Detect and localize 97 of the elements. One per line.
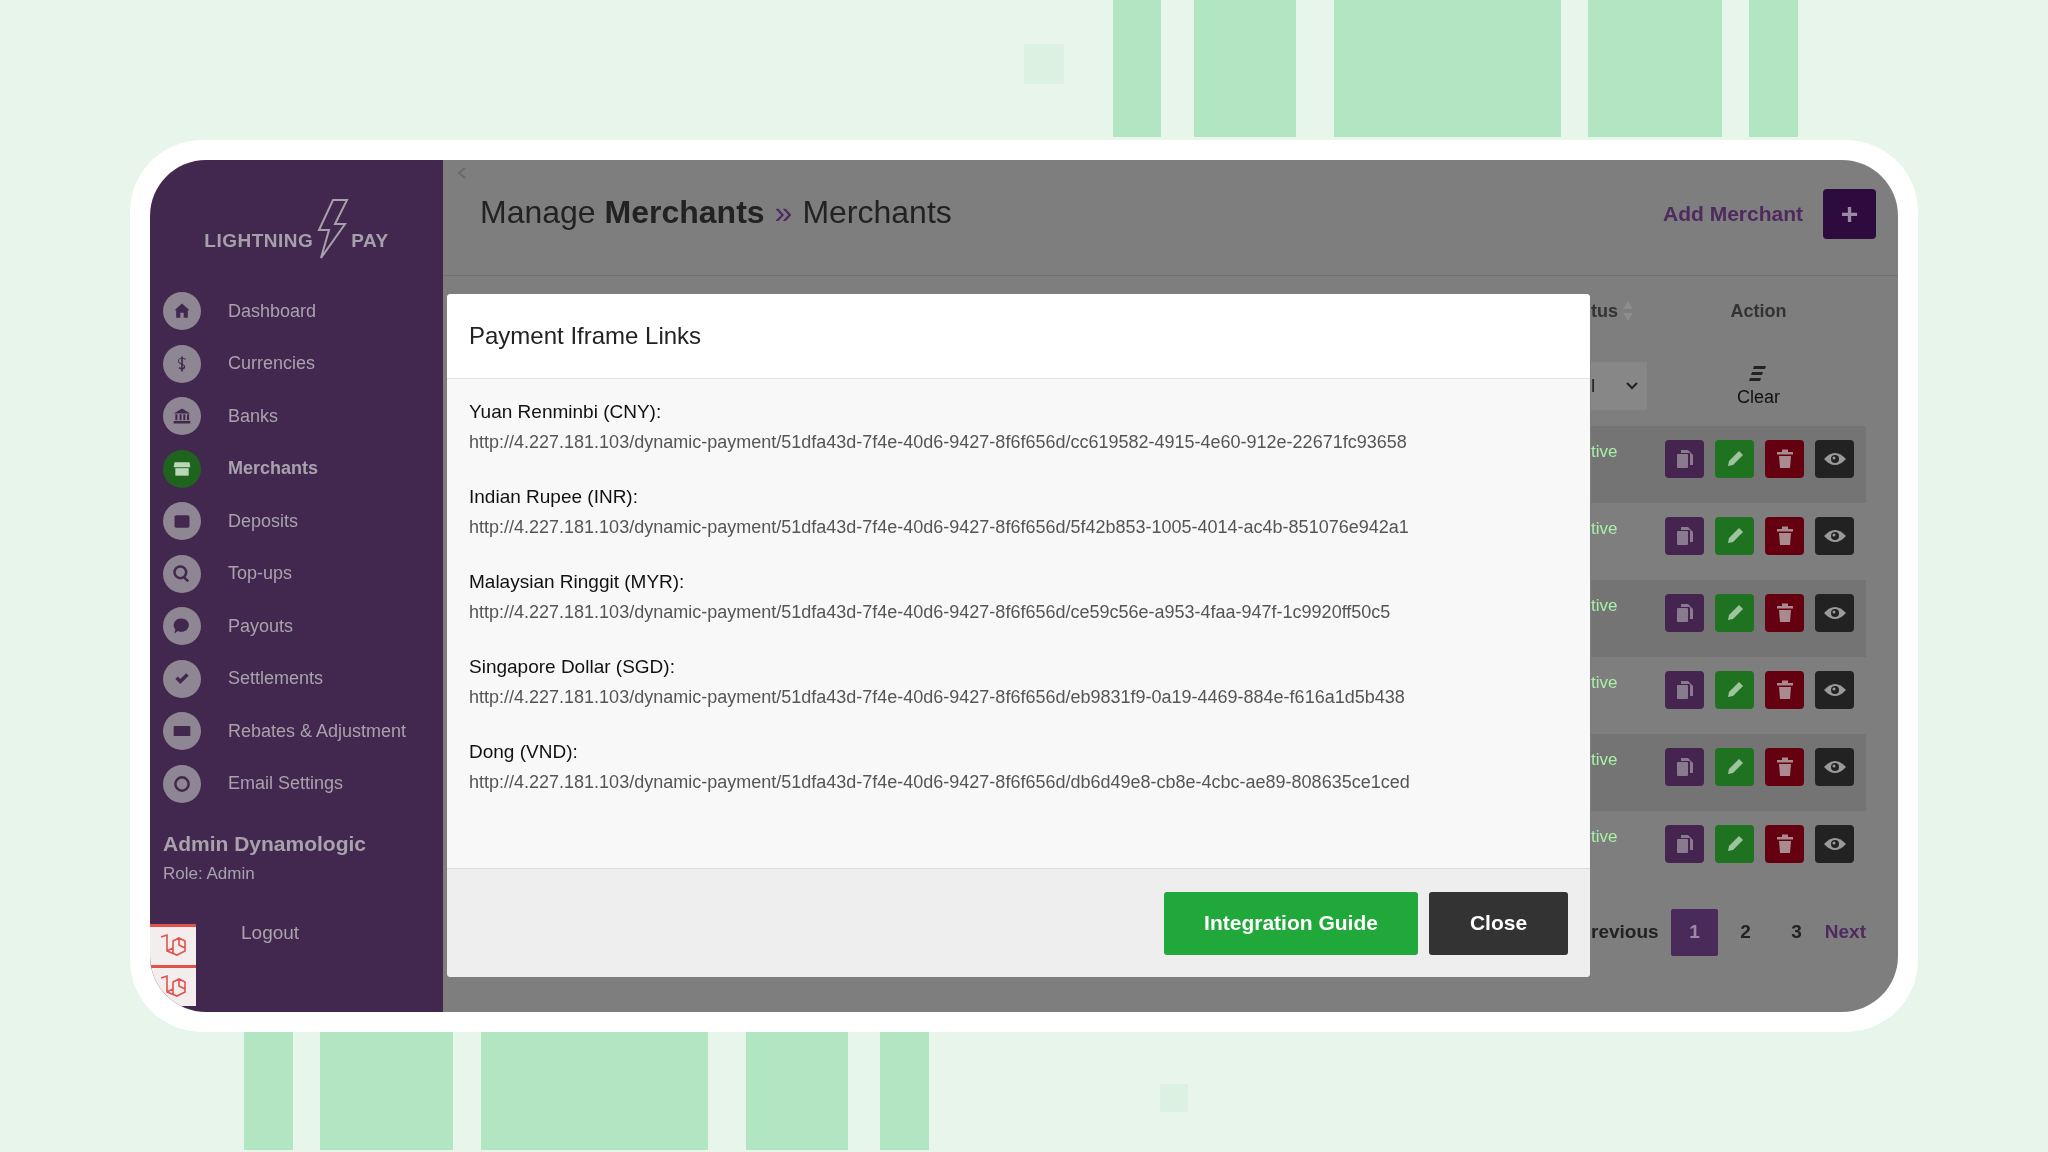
- currency-label: Dong (VND):: [469, 741, 579, 763]
- payment-link-url: http://4.227.181.103/dynamic-payment/51dfa43d-7f4e-40d6-9427-8f6f656d/eb9831f9-0a19-4469-884e-f616a1d5b438: [469, 687, 1406, 708]
- view-button[interactable]: [1815, 440, 1854, 478]
- trash-icon: [1775, 449, 1794, 469]
- page-subtitle: Merchants: [802, 194, 952, 231]
- copy-icon: [1674, 602, 1695, 624]
- view-button[interactable]: [1815, 671, 1854, 709]
- add-button[interactable]: +: [1823, 188, 1876, 239]
- add-merchant-link[interactable]: Add Merchant: [1663, 201, 1803, 226]
- eye-icon: [1822, 528, 1847, 544]
- status-cell-text: tive: [1591, 749, 1618, 770]
- status-cell-text: tive: [1591, 672, 1618, 693]
- view-button[interactable]: [1815, 517, 1854, 555]
- copy-button[interactable]: [1665, 594, 1704, 632]
- copy-button[interactable]: [1665, 517, 1704, 555]
- currency-label: Yuan Renminbi (CNY):: [469, 401, 663, 423]
- currency-label: Singapore Dollar (SGD):: [469, 656, 676, 678]
- edit-button[interactable]: [1715, 440, 1754, 478]
- eye-icon: [1822, 836, 1847, 852]
- edit-button[interactable]: [1715, 748, 1754, 786]
- delete-button[interactable]: [1765, 748, 1804, 786]
- delete-button[interactable]: [1765, 440, 1804, 478]
- user-role: Role: Admin: [163, 864, 256, 884]
- nav-item[interactable]: Merchants: [150, 442, 443, 495]
- status-filter-select[interactable]: l: [1591, 362, 1647, 410]
- eye-icon: [1822, 759, 1847, 775]
- nav-item[interactable]: Email Settings: [150, 757, 443, 810]
- clear-filter-button[interactable]: Clear: [1737, 364, 1780, 408]
- delete-button[interactable]: [1765, 517, 1804, 555]
- logout-link[interactable]: Logout: [241, 922, 300, 944]
- logo: LIGHTNING PAY: [150, 170, 443, 270]
- nav-item[interactable]: Payouts: [150, 600, 443, 653]
- status-cell-text: tive: [1591, 826, 1618, 847]
- view-button[interactable]: [1815, 825, 1854, 863]
- nav-item[interactable]: Dashboard: [150, 285, 443, 338]
- payment-link-url: http://4.227.181.103/dynamic-payment/51dfa43d-7f4e-40d6-9427-8f6f656d/db6d49e8-cb8e-4cbc-ae89-808635ce1ced: [469, 772, 1411, 793]
- eye-icon: [1822, 605, 1847, 621]
- cube-logo-icon: [158, 933, 188, 959]
- cube-logo-icon: [158, 974, 188, 1000]
- nav-item[interactable]: Rebates & Adjustment: [150, 705, 443, 758]
- currency-label: Indian Rupee (INR):: [469, 486, 639, 508]
- trash-icon: [1775, 526, 1794, 546]
- copy-icon: [1674, 525, 1695, 547]
- payment-link-url: http://4.227.181.103/dynamic-payment/51dfa43d-7f4e-40d6-9427-8f6f656d/5f42b853-1005-4014-ac4b-851076e942a1: [469, 517, 1410, 538]
- column-header[interactable]: tus: [1591, 300, 1634, 322]
- user-name: Admin Dynamologic: [163, 832, 368, 856]
- copy-icon: [1674, 448, 1695, 470]
- column-header[interactable]: Action: [1730, 300, 1787, 322]
- view-button[interactable]: [1815, 748, 1854, 786]
- debug-tab[interactable]: [150, 924, 196, 965]
- nav-item[interactable]: Currencies: [150, 337, 443, 390]
- payment-link-url: http://4.227.181.103/dynamic-payment/51dfa43d-7f4e-40d6-9427-8f6f656d/cc619582-4915-4e60-912e-22671fc93658: [469, 432, 1408, 453]
- copy-icon: [1674, 833, 1695, 855]
- edit-button[interactable]: [1715, 671, 1754, 709]
- status-cell-text: tive: [1591, 441, 1618, 462]
- bank-icon: [172, 406, 192, 427]
- page-link[interactable]: 3: [1773, 908, 1820, 956]
- delete-button[interactable]: [1765, 825, 1804, 863]
- copy-button[interactable]: [1665, 748, 1704, 786]
- integration-guide-button[interactable]: Integration Guide: [1164, 891, 1418, 955]
- eraser-icon: [1748, 364, 1769, 383]
- close-button[interactable]: Close: [1429, 891, 1568, 955]
- nav-item[interactable]: Deposits: [150, 495, 443, 548]
- trash-icon: [1775, 834, 1794, 854]
- copy-icon: [1674, 756, 1695, 778]
- trash-icon: [1775, 603, 1794, 623]
- page-link[interactable]: 1: [1671, 908, 1718, 956]
- nav-item[interactable]: Settlements: [150, 652, 443, 705]
- nav-item[interactable]: Top-ups: [150, 547, 443, 600]
- status-cell-text: tive: [1591, 595, 1618, 616]
- trash-icon: [1775, 680, 1794, 700]
- copy-button[interactable]: [1665, 440, 1704, 478]
- lightning-bolt-icon: [315, 198, 350, 260]
- edit-button[interactable]: [1715, 517, 1754, 555]
- page-title: Manage Merchants: [480, 194, 765, 231]
- eye-icon: [1822, 682, 1847, 698]
- copy-button[interactable]: [1665, 671, 1704, 709]
- delete-button[interactable]: [1765, 594, 1804, 632]
- page-link[interactable]: 2: [1722, 908, 1769, 956]
- eye-icon: [1822, 451, 1847, 467]
- modal-title: Payment Iframe Links: [469, 322, 702, 350]
- status-cell-text: tive: [1591, 518, 1618, 539]
- trash-icon: [1775, 757, 1794, 777]
- magnifier-icon: [172, 563, 192, 584]
- edit-button[interactable]: [1715, 594, 1754, 632]
- chevron-down-icon: [1625, 381, 1639, 391]
- copy-button[interactable]: [1665, 825, 1704, 863]
- copy-icon: [1674, 679, 1695, 701]
- view-button[interactable]: [1815, 594, 1854, 632]
- previous-page-link[interactable]: revious: [1591, 921, 1671, 943]
- currency-label: Malaysian Ringgit (MYR):: [469, 571, 686, 593]
- nav-item[interactable]: Banks: [150, 390, 443, 443]
- payment-link-url: http://4.227.181.103/dynamic-payment/51dfa43d-7f4e-40d6-9427-8f6f656d/ce59c56e-a953-4faa-947f-1c9920ff50c5: [469, 602, 1392, 623]
- delete-button[interactable]: [1765, 671, 1804, 709]
- edit-button[interactable]: [1715, 825, 1754, 863]
- breadcrumb-separator: »: [774, 194, 793, 231]
- next-page-link[interactable]: Next: [1824, 921, 1866, 943]
